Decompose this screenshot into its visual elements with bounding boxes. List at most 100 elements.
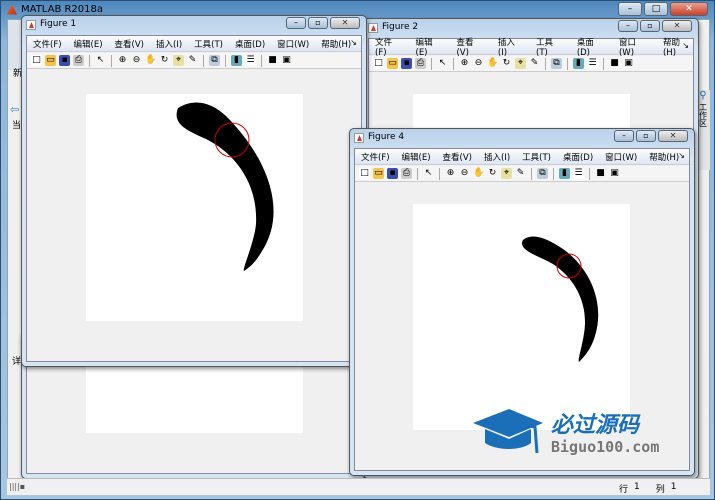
brush-icon[interactable]: ✎ [529, 58, 540, 69]
save-icon[interactable]: ▪ [59, 55, 70, 66]
menu-item[interactable]: 窗口(W) [605, 151, 637, 163]
menu-item[interactable]: 工具(T) [194, 38, 223, 50]
close-button[interactable]: ✕ [670, 2, 708, 16]
menu-item[interactable]: 桌面(D) [235, 38, 265, 50]
graduation-cap-icon [473, 409, 543, 454]
data-cursor-icon[interactable]: ⌖ [515, 58, 526, 69]
pan-icon[interactable]: ✋ [473, 168, 484, 179]
toolbar-separator [431, 57, 432, 70]
maximize-button[interactable]: ▫ [636, 130, 656, 142]
zoom-out-icon[interactable]: ⊖ [473, 58, 484, 69]
save-icon[interactable]: ▪ [387, 168, 398, 179]
colorbar-icon[interactable]: ▮ [573, 58, 584, 69]
minimize-button[interactable]: – [618, 2, 642, 16]
dock-arrow-icon[interactable]: ↘ [350, 38, 357, 47]
print-icon[interactable]: ⎙ [415, 58, 426, 69]
pan-icon[interactable]: ✋ [145, 55, 156, 66]
menu-item[interactable]: 查看(V) [456, 36, 485, 58]
new-figure-icon[interactable]: □ [359, 168, 370, 179]
rotate-3d-icon[interactable]: ↻ [159, 55, 170, 66]
menu-item[interactable]: 窗口(W) [619, 36, 651, 58]
menu-item[interactable]: 查看(V) [443, 151, 472, 163]
zoom-in-icon[interactable]: ⊕ [459, 58, 470, 69]
dock-arrow-icon[interactable]: ↘ [682, 41, 689, 50]
pan-icon[interactable]: ✋ [487, 58, 498, 69]
show-plot-tools-icon[interactable]: ▣ [623, 58, 634, 69]
menu-item[interactable]: 插入(I) [484, 151, 510, 163]
open-icon[interactable]: ▭ [45, 55, 56, 66]
close-button[interactable]: ✕ [330, 17, 360, 29]
toolbar-separator [603, 57, 604, 70]
menu-item[interactable]: 插入(I) [498, 36, 524, 58]
zoom-in-icon[interactable]: ⊕ [445, 168, 456, 179]
show-plot-tools-icon[interactable]: ▣ [609, 168, 620, 179]
brush-icon[interactable]: ✎ [187, 55, 198, 66]
colorbar-icon[interactable]: ▮ [231, 55, 242, 66]
menu-item[interactable]: 窗口(W) [277, 38, 309, 50]
pointer-icon[interactable]: ↖ [423, 168, 434, 179]
menu-item[interactable]: 工具(T) [522, 151, 551, 163]
legend-icon[interactable]: ☰ [245, 55, 256, 66]
print-icon[interactable]: ⎙ [73, 55, 84, 66]
close-button[interactable]: ✕ [662, 20, 692, 32]
menu-item[interactable]: 查看(V) [115, 38, 144, 50]
pointer-icon[interactable]: ↖ [95, 55, 106, 66]
colorbar-icon[interactable]: ▮ [559, 168, 570, 179]
menu-item[interactable]: 帮助(H) [321, 38, 351, 50]
menu-item[interactable]: 文件(F) [33, 38, 62, 50]
data-cursor-icon[interactable]: ⌖ [501, 168, 512, 179]
zoom-out-icon[interactable]: ⊖ [131, 55, 142, 66]
hide-plot-tools-icon[interactable]: ■ [595, 168, 606, 179]
menu-item[interactable]: 编辑(E) [416, 36, 445, 58]
hide-plot-tools-icon[interactable]: ■ [609, 58, 620, 69]
link-icon[interactable]: ⧉ [551, 58, 562, 69]
link-icon[interactable]: ⧉ [209, 55, 220, 66]
menu-item[interactable]: 插入(I) [156, 38, 182, 50]
figure-title: Figure 2 [382, 22, 419, 32]
data-cursor-icon[interactable]: ⌖ [173, 55, 184, 66]
menu-bar: 文件(F) 编辑(E) 查看(V) 插入(I) 工具(T) 桌面(D) 窗口(W) 帮助(H)… [27, 36, 361, 52]
maximize-button[interactable]: □ [644, 2, 668, 16]
legend-icon[interactable]: ☰ [587, 58, 598, 69]
menu-item[interactable]: 编辑(E) [74, 38, 103, 50]
toolbar-separator [553, 167, 554, 180]
minimize-button[interactable]: – [618, 20, 638, 32]
crescent-shape [521, 236, 599, 362]
brush-icon[interactable]: ✎ [515, 168, 526, 179]
new-figure-icon[interactable]: □ [373, 58, 384, 69]
zoom-out-icon[interactable]: ⊖ [459, 168, 470, 179]
menu-item[interactable]: 桌面(D) [563, 151, 593, 163]
menu-item[interactable]: 桌面(D) [577, 36, 607, 58]
rotate-3d-icon[interactable]: ↻ [487, 168, 498, 179]
new-figure-icon[interactable]: □ [31, 55, 42, 66]
zoom-in-icon[interactable]: ⊕ [117, 55, 128, 66]
menu-item[interactable]: 文件(F) [361, 151, 390, 163]
figure-1-window[interactable]: Figure 1 – ▫ ✕ 文件(F) 编辑(E) 查看(V) 插入(I) 工具(T) 桌面… [21, 15, 367, 367]
watermark: 必过源码 Biguo100.com [473, 409, 659, 461]
link-icon[interactable]: ⧉ [537, 168, 548, 179]
menu-item[interactable]: 帮助(H) [649, 151, 679, 163]
print-icon[interactable]: ⎙ [401, 168, 412, 179]
save-icon[interactable]: ▪ [401, 58, 412, 69]
open-icon[interactable]: ▭ [373, 168, 384, 179]
maximize-button[interactable]: ▫ [308, 17, 328, 29]
pointer-icon[interactable]: ↖ [437, 58, 448, 69]
legend-icon[interactable]: ☰ [573, 168, 584, 179]
open-icon[interactable]: ▭ [387, 58, 398, 69]
menu-item[interactable]: 编辑(E) [402, 151, 431, 163]
minimize-button[interactable]: – [614, 130, 634, 142]
menu-item[interactable]: 文件(F) [375, 36, 404, 58]
minimize-button[interactable]: – [286, 17, 306, 29]
rotate-3d-icon[interactable]: ↻ [501, 58, 512, 69]
figure-icon [26, 20, 36, 30]
maximize-button[interactable]: ▫ [640, 20, 660, 32]
show-plot-tools-icon[interactable]: ▣ [281, 55, 292, 66]
menu-item[interactable]: 工具(T) [536, 36, 565, 58]
close-button[interactable]: ✕ [658, 130, 688, 142]
hide-plot-tools-icon[interactable]: ■ [267, 55, 278, 66]
status-grip-icon: ||||▪ [9, 482, 26, 491]
back-arrow-icon[interactable]: ⇦ [10, 103, 19, 116]
window-controls: – ▫ ✕ [614, 130, 688, 142]
toolbar-separator [453, 57, 454, 70]
dock-arrow-icon[interactable]: ↘ [678, 151, 685, 160]
